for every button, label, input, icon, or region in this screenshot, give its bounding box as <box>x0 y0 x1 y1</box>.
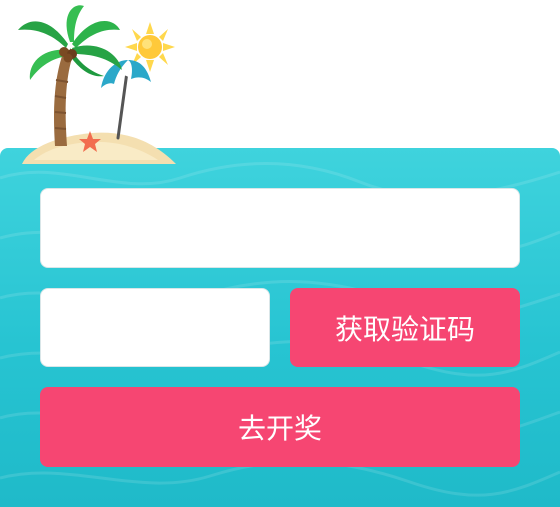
island-illustration <box>18 5 176 164</box>
verification-code-field[interactable] <box>40 288 270 367</box>
go-draw-button[interactable]: 去开奖 <box>40 387 520 467</box>
verification-code-input[interactable] <box>41 289 269 366</box>
lottery-widget: 获取验证码 去开奖 <box>0 0 560 507</box>
phone-input[interactable] <box>41 189 519 267</box>
get-verification-code-button[interactable]: 获取验证码 <box>290 288 520 367</box>
phone-field[interactable] <box>40 188 520 268</box>
palm-tree-icon <box>18 5 122 80</box>
beach-umbrella-icon <box>101 60 151 140</box>
